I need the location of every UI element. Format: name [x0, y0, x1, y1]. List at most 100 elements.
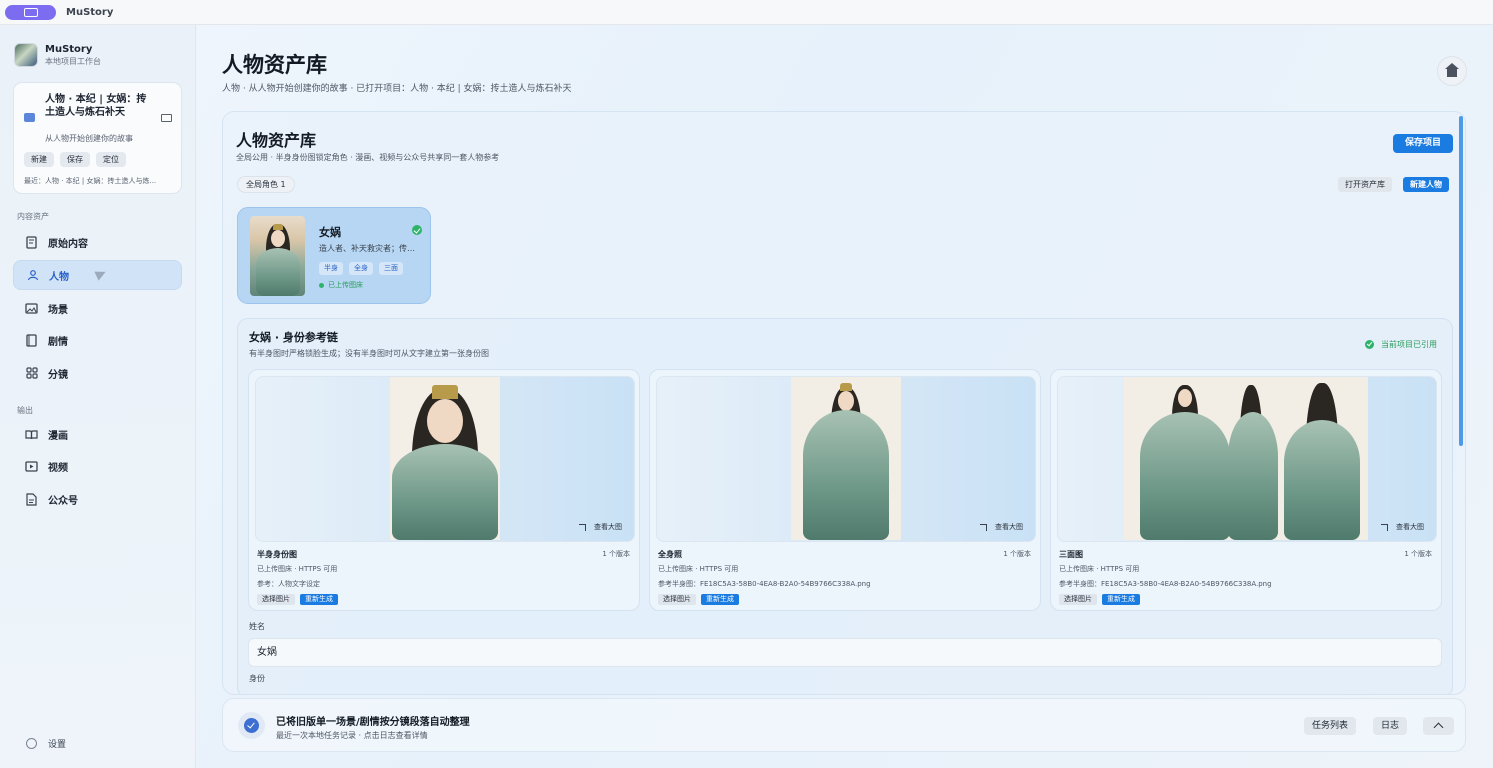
document-icon	[25, 235, 38, 249]
verified-icon	[238, 712, 265, 739]
ref-image-area[interactable]: 查看大图	[656, 376, 1036, 542]
character-card[interactable]: 女娲 造人者、补天救灾者；传… 半身 全身 三面 已上传图床	[237, 207, 431, 304]
open-library-button[interactable]: 打开资产库	[1338, 177, 1392, 192]
play-icon	[25, 460, 38, 473]
sidebar-item-storyboard[interactable]: 分镜	[13, 358, 182, 388]
tag-full-body: 全身	[349, 262, 373, 275]
cursor-icon	[94, 267, 108, 281]
name-field[interactable]: 女娲	[248, 638, 1442, 667]
sidebar-item-plot[interactable]: 剧情	[13, 325, 182, 355]
log-button[interactable]: 日志	[1373, 717, 1408, 735]
title-bar: MuStory	[0, 0, 1493, 25]
ref-version: 1 个版本	[602, 550, 630, 558]
regenerate-button[interactable]: 重新生成	[701, 594, 739, 605]
identity-field-label: 身份	[249, 674, 265, 683]
ref-image-area[interactable]: 查看大图	[255, 376, 635, 542]
project-desc: 从人物开始创建你的故事	[45, 134, 133, 143]
folder-icon[interactable]	[161, 114, 172, 122]
character-desc: 造人者、补天救灾者；传…	[319, 244, 415, 253]
image-icon	[25, 302, 38, 315]
sidebar-item-label: 漫画	[48, 430, 68, 442]
ref-name: 半身身份图	[257, 550, 297, 559]
brand-subtitle: 本地项目工作台	[45, 56, 101, 66]
expand-icon	[579, 523, 586, 531]
sidebar-item-label: 原始内容	[48, 238, 88, 250]
brand-name: MuStory	[45, 43, 93, 55]
sidebar-item-official-account[interactable]: 公众号	[13, 484, 182, 514]
ref-card-three-view: 查看大图 三面图 1 个版本 已上传图床 · HTTPS 可用 参考半身图：FE…	[1050, 369, 1442, 611]
window-switcher[interactable]	[5, 4, 56, 20]
sidebar-item-characters[interactable]: 人物	[13, 260, 182, 290]
view-large-button[interactable]: 查看大图	[1381, 522, 1424, 532]
sidebar-item-label: 人物	[49, 271, 69, 283]
file-icon	[25, 492, 38, 506]
ref-upload-status: 已上传图床 · HTTPS 可用	[1059, 565, 1140, 573]
sidebar-item-scenes[interactable]: 场景	[13, 293, 182, 323]
task-subtitle: 最近一次本地任务记录 · 点击日志查看详情	[276, 731, 428, 740]
sidebar-item-raw-content[interactable]: 原始内容	[13, 227, 182, 257]
sidebar-item-label: 分镜	[48, 369, 68, 381]
ref-image-area[interactable]: 查看大图	[1057, 376, 1437, 542]
home-icon	[1445, 63, 1459, 77]
sidebar-item-label: 场景	[48, 304, 68, 316]
new-project-button[interactable]: 新建	[24, 152, 54, 167]
recent-project[interactable]: 最近：人物 · 本纪 | 女娲：抟土造人与炼...	[24, 176, 174, 186]
window-icon	[23, 7, 38, 17]
new-character-button[interactable]: 新建人物	[1403, 177, 1449, 192]
view-large-button[interactable]: 查看大图	[579, 522, 622, 532]
section-label-assets: 内容资产	[17, 212, 49, 221]
ref-name: 全身照	[658, 550, 682, 559]
open-book-icon	[25, 428, 38, 441]
upload-status: 已上传图床	[319, 280, 363, 290]
project-card: 人物 · 本纪 | 女娲：抟土造人与炼石补天 从人物开始创建你的故事 新建 保存…	[13, 82, 182, 194]
regenerate-button[interactable]: 重新生成	[1102, 594, 1140, 605]
sidebar-item-label: 视频	[48, 462, 68, 474]
home-button[interactable]	[1437, 56, 1467, 86]
task-status-bar: 已将旧版单一场景/剧情按分镜段落自动整理 最近一次本地任务记录 · 点击日志查看…	[222, 698, 1466, 752]
main-content: 人物资产库 人物 · 从人物开始创建你的故事 · 已打开项目：人物 · 本纪 |…	[197, 25, 1493, 768]
check-icon	[1365, 340, 1374, 349]
page-subtitle: 人物 · 从人物开始创建你的故事 · 已打开项目：人物 · 本纪 | 女娲：抟土…	[222, 84, 572, 94]
collapse-button[interactable]	[1423, 717, 1454, 735]
identity-reference-chain: 女娲 · 身份参考链 有半身图时严格锁脸生成；没有半身图时可从文字建立第一张身份…	[237, 318, 1453, 694]
sidebar: MuStory 本地项目工作台 人物 · 本纪 | 女娲：抟土造人与炼石补天 从…	[0, 25, 196, 768]
task-list-button[interactable]: 任务列表	[1304, 717, 1357, 735]
save-project-button[interactable]: 保存项目	[1393, 134, 1453, 153]
library-title: 人物资产库	[236, 131, 317, 150]
full-body-image	[791, 377, 901, 540]
regenerate-button[interactable]: 重新生成	[300, 594, 338, 605]
ref-card-half-body: 查看大图 半身身份图 1 个版本 已上传图床 · HTTPS 可用 参考：人物文…	[248, 369, 640, 611]
app-logo	[14, 43, 38, 67]
ref-source: 参考半身图：FE18C5A3-58B0-4EA8-B2A0-54B9766C33…	[658, 580, 871, 588]
ref-version: 1 个版本	[1003, 550, 1031, 558]
sidebar-item-comic[interactable]: 漫画	[13, 419, 182, 449]
name-field-label: 姓名	[249, 622, 265, 631]
three-view-image	[1124, 377, 1368, 540]
gear-icon	[26, 738, 37, 749]
ref-card-full-body: 查看大图 全身照 1 个版本 已上传图床 · HTTPS 可用 参考半身图：FE…	[649, 369, 1041, 611]
task-title: 已将旧版单一场景/剧情按分镜段落自动整理	[276, 717, 470, 728]
brand: MuStory 本地项目工作台	[14, 43, 101, 67]
ref-upload-status: 已上传图床 · HTTPS 可用	[658, 565, 739, 573]
expand-icon	[980, 523, 987, 531]
settings-button[interactable]: 设置	[26, 737, 66, 750]
panel-scrollbar[interactable]	[1459, 116, 1463, 446]
half-body-image	[390, 377, 500, 540]
view-large-button[interactable]: 查看大图	[980, 522, 1023, 532]
library-subtitle: 全局公用 · 半身身份图锁定角色 · 漫画、视频与公众号共享同一套人物参考	[236, 153, 500, 162]
chain-title: 女娲 · 身份参考链	[249, 331, 338, 344]
select-image-button[interactable]: 选择图片	[1059, 594, 1097, 605]
sidebar-item-video[interactable]: 视频	[13, 451, 182, 481]
global-character-count[interactable]: 全局角色 1	[237, 176, 295, 193]
settings-label: 设置	[48, 740, 67, 750]
character-name: 女娲	[319, 226, 341, 239]
select-image-button[interactable]: 选择图片	[658, 594, 696, 605]
reference-status: 当前项目已引用	[1365, 339, 1437, 350]
project-icon	[24, 113, 35, 122]
page-title: 人物资产库	[222, 53, 327, 77]
chain-subtitle: 有半身图时严格锁脸生成；没有半身图时可从文字建立第一张身份图	[249, 349, 489, 358]
ref-version: 1 个版本	[1404, 550, 1432, 558]
select-image-button[interactable]: 选择图片	[257, 594, 295, 605]
locate-project-button[interactable]: 定位	[96, 152, 126, 167]
save-project-button[interactable]: 保存	[60, 152, 90, 167]
